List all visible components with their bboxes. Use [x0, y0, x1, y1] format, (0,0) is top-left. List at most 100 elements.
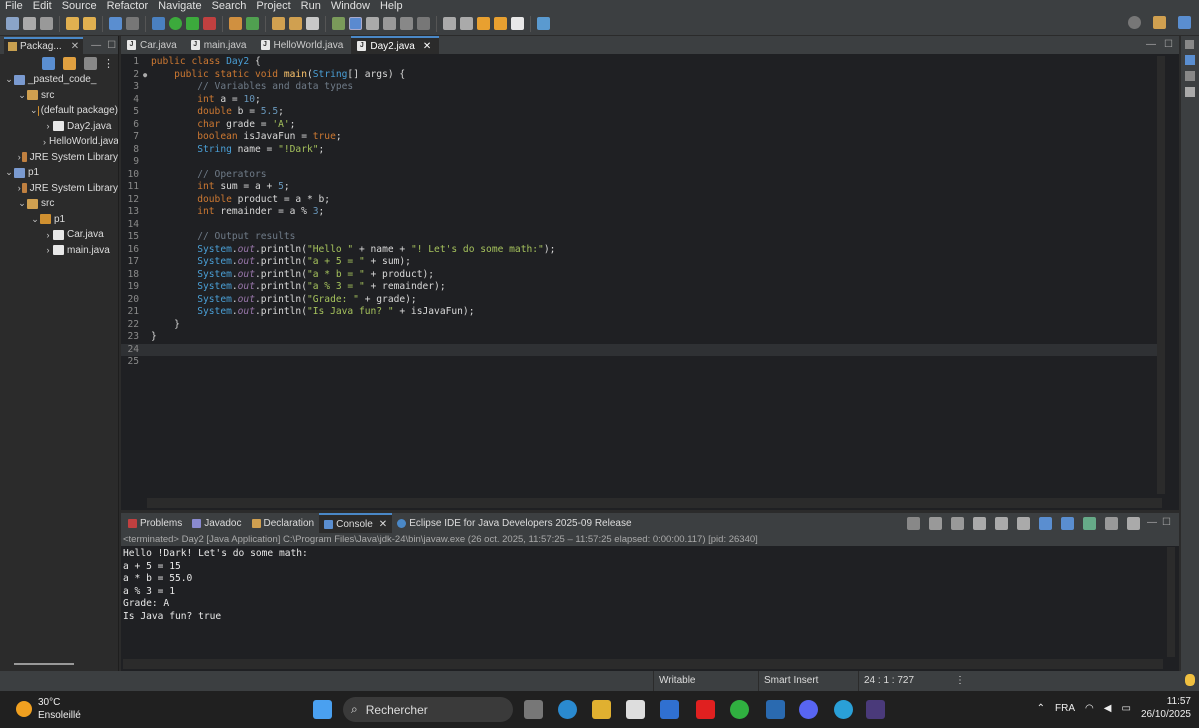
- chevron-right-icon[interactable]: ›: [43, 245, 53, 255]
- new-java-project-icon[interactable]: [229, 17, 242, 30]
- filter-icon[interactable]: [84, 56, 97, 70]
- status-menu-icon[interactable]: ⋮: [950, 671, 965, 691]
- show-console-stdout-icon[interactable]: [1039, 517, 1053, 530]
- chevron-down-icon[interactable]: ⌄: [4, 167, 14, 178]
- tree-item[interactable]: › Car.java: [0, 227, 118, 243]
- tab-package-explorer[interactable]: Packag... ✕: [4, 36, 84, 54]
- app-icon[interactable]: [660, 700, 679, 719]
- tab-console[interactable]: Console ✕: [319, 513, 393, 533]
- chevron-right-icon[interactable]: ›: [43, 230, 53, 240]
- tree-item[interactable]: › JRE System Library: [0, 181, 118, 197]
- tree-item[interactable]: ⌄ (default package): [0, 103, 118, 119]
- chevron-down-icon[interactable]: ⌄: [17, 90, 27, 101]
- clock[interactable]: 11:57 26/10/2025: [1141, 695, 1191, 721]
- chevron-down-icon[interactable]: ⌄: [30, 214, 40, 225]
- lightbulb-icon[interactable]: [1185, 674, 1195, 686]
- tab-car-java[interactable]: J Car.java: [121, 36, 185, 54]
- next-annotation-icon[interactable]: [443, 17, 456, 30]
- menu-item-project[interactable]: Project: [251, 0, 295, 12]
- terminate-icon[interactable]: [907, 517, 921, 530]
- show-console-stderr-icon[interactable]: [1061, 517, 1075, 530]
- toggle-mark-icon[interactable]: [332, 17, 345, 30]
- new-class-icon[interactable]: [246, 17, 259, 30]
- vscode-icon[interactable]: [766, 700, 785, 719]
- tab-eclipse[interactable]: Eclipse IDE for Java Developers 2025-09 …: [392, 513, 636, 533]
- save-icon[interactable]: [23, 17, 36, 30]
- tab-javadoc[interactable]: Javadoc: [187, 513, 246, 533]
- telegram-icon[interactable]: [834, 700, 853, 719]
- tree-item[interactable]: › Day2.java: [0, 119, 118, 135]
- vertical-scrollbar[interactable]: [1167, 547, 1175, 657]
- chevron-down-icon[interactable]: ⌄: [17, 198, 27, 209]
- link-with-editor-icon[interactable]: [63, 56, 76, 70]
- terminal-icon[interactable]: [109, 17, 122, 30]
- view-menu-icon[interactable]: ⋮: [103, 57, 114, 70]
- close-icon[interactable]: ✕: [71, 41, 79, 52]
- tab-declaration[interactable]: Declaration: [247, 513, 320, 533]
- remove-launch-icon[interactable]: [929, 517, 943, 530]
- block-selection-icon[interactable]: [383, 17, 396, 30]
- menu-item-search[interactable]: Search: [207, 0, 252, 12]
- maximize-icon[interactable]: ☐: [1162, 517, 1171, 530]
- taskbar-search[interactable]: ⌕ Rechercher: [343, 697, 513, 722]
- tree-item[interactable]: ⌄ _pasted_code_: [0, 72, 118, 88]
- remove-all-icon[interactable]: [951, 517, 965, 530]
- skip-breakpoints-icon[interactable]: [126, 17, 139, 30]
- external-tools-icon[interactable]: [203, 17, 216, 30]
- menu-item-refactor[interactable]: Refactor: [102, 0, 154, 12]
- youtube-icon[interactable]: [696, 700, 715, 719]
- menu-item-run[interactable]: Run: [296, 0, 326, 12]
- problems-icon[interactable]: [1185, 87, 1195, 97]
- chevron-up-icon[interactable]: ⌃: [1037, 703, 1045, 714]
- search-tool-icon[interactable]: [306, 17, 319, 30]
- wifi-icon[interactable]: ◠: [1085, 703, 1094, 714]
- display-console-icon[interactable]: [1105, 517, 1119, 530]
- console-output[interactable]: Hello !Dark! Let's do some math: a + 5 = …: [121, 546, 1179, 625]
- collapse-all-icon[interactable]: [42, 56, 55, 70]
- menu-item-navigate[interactable]: Navigate: [153, 0, 206, 12]
- menu-item-window[interactable]: Window: [326, 0, 375, 12]
- menu-item-file[interactable]: File: [0, 0, 28, 12]
- last-edit-icon[interactable]: [477, 17, 490, 30]
- tree-item[interactable]: › HelloWorld.java: [0, 134, 118, 150]
- maximize-icon[interactable]: ☐: [1164, 39, 1173, 50]
- new-icon[interactable]: [6, 17, 19, 30]
- menu-item-help[interactable]: Help: [375, 0, 408, 12]
- close-icon[interactable]: ✕: [423, 41, 431, 52]
- chevron-right-icon[interactable]: ›: [43, 121, 53, 131]
- tree-item[interactable]: ⌄ src: [0, 196, 118, 212]
- run-icon[interactable]: [169, 17, 182, 30]
- chevron-right-icon[interactable]: ›: [17, 152, 22, 162]
- horizontal-scrollbar[interactable]: [14, 663, 74, 665]
- pin-editor-icon[interactable]: [537, 17, 550, 30]
- file-explorer-icon[interactable]: [592, 700, 611, 719]
- highlight-icon[interactable]: [349, 17, 362, 30]
- tab-day2-java[interactable]: J Day2.java ✕: [351, 36, 440, 54]
- horizontal-scrollbar[interactable]: [147, 498, 1162, 508]
- search-icon[interactable]: [1128, 16, 1141, 29]
- scroll-lock-icon[interactable]: [995, 517, 1009, 530]
- windows-start-icon[interactable]: [313, 700, 332, 719]
- store-icon[interactable]: [626, 700, 645, 719]
- tree-item[interactable]: ⌄ p1: [0, 212, 118, 228]
- back-icon[interactable]: [494, 17, 507, 30]
- edge-icon[interactable]: [558, 700, 577, 719]
- show-whitespace-icon[interactable]: [400, 17, 413, 30]
- word-wrap-icon[interactable]: [1017, 517, 1031, 530]
- weather-widget[interactable]: 30°C Ensoleillé: [16, 696, 81, 722]
- task-list-icon[interactable]: [1185, 71, 1195, 81]
- undo-icon[interactable]: [66, 17, 79, 30]
- open-task-icon[interactable]: [289, 17, 302, 30]
- menu-item-source[interactable]: Source: [57, 0, 102, 12]
- debug-icon[interactable]: [152, 17, 165, 30]
- open-type-icon[interactable]: [272, 17, 285, 30]
- horizontal-scrollbar[interactable]: [123, 659, 1163, 669]
- clear-console-icon[interactable]: [973, 517, 987, 530]
- restore-icon[interactable]: [1185, 40, 1194, 49]
- word-wrap-icon[interactable]: [417, 17, 430, 30]
- chevron-right-icon[interactable]: ›: [17, 183, 22, 193]
- open-perspective-icon[interactable]: [1153, 16, 1166, 29]
- chevron-down-icon[interactable]: ⌄: [30, 105, 38, 116]
- chevron-right-icon[interactable]: ›: [43, 137, 46, 147]
- tab-problems[interactable]: Problems: [123, 513, 187, 533]
